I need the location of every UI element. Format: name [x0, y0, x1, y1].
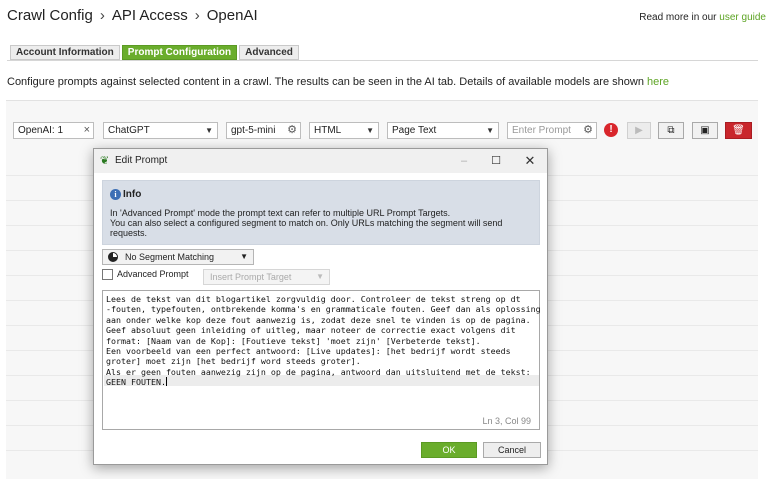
chevron-down-icon: ▼ — [240, 252, 248, 261]
prompt-placeholder: Enter Prompt — [512, 125, 571, 136]
info-line: You can also select a configured segment… — [110, 218, 503, 228]
user-guide-note: Read more in our user guide — [639, 12, 766, 23]
advanced-prompt-label[interactable]: Advanced Prompt — [117, 269, 189, 279]
prompt-line: groter] moet zijn [het bedrijf word stee… — [106, 356, 361, 367]
user-guide-prefix: Read more in our — [639, 12, 717, 23]
prompt-name-field[interactable]: OpenAI: 1 × — [13, 122, 94, 139]
save-button[interactable]: ▣ — [692, 122, 718, 139]
maximize-icon[interactable]: ☐ — [485, 153, 507, 169]
dialog-title: Edit Prompt — [115, 155, 168, 166]
warning-icon: ! — [604, 123, 618, 137]
delete-icon: 🗑 — [732, 125, 745, 136]
play-icon: ▶ — [635, 125, 643, 136]
description-text: Configure prompts against selected conte… — [7, 76, 644, 88]
info-title: Info — [123, 189, 142, 200]
info-line: requests. — [110, 228, 148, 238]
duplicate-button[interactable]: ⧉ — [658, 122, 684, 139]
breadcrumb: Crawl Config › API Access › OpenAI — [7, 7, 258, 24]
info-line: In 'Advanced Prompt' mode the prompt tex… — [110, 208, 451, 218]
text-cursor — [165, 377, 167, 387]
user-guide-link[interactable]: user guide — [719, 12, 766, 23]
breadcrumb-item[interactable]: API Access — [112, 7, 188, 24]
model-field[interactable]: gpt-5-mini ⚙ — [226, 122, 301, 139]
info-icon: i — [110, 189, 121, 200]
prompt-name-value: OpenAI: 1 — [18, 125, 64, 136]
tab-prompt-configuration[interactable]: Prompt Configuration — [121, 45, 238, 60]
tab-account-information[interactable]: Account Information — [10, 45, 120, 60]
segment-pie-icon — [108, 252, 118, 262]
segment-value: No Segment Matching — [125, 252, 215, 262]
ok-button[interactable]: OK — [421, 442, 477, 458]
model-value: gpt-5-mini — [231, 125, 276, 136]
gear-icon[interactable]: ⚙ — [583, 123, 593, 138]
page-description: Configure prompts against selected conte… — [7, 76, 669, 88]
edit-prompt-dialog: ❦ Edit Prompt – ☐ ✕ i Info In 'Advanced … — [93, 148, 548, 465]
tab-bar: Account Information Prompt Configuration… — [10, 45, 299, 60]
tab-divider — [7, 60, 758, 61]
info-panel: i Info In 'Advanced Prompt' mode the pro… — [102, 180, 540, 245]
format-select[interactable]: HTML ▼ — [309, 122, 379, 139]
dialog-titlebar[interactable]: ❦ Edit Prompt – ☐ ✕ — [94, 149, 547, 173]
cancel-button[interactable]: Cancel — [483, 442, 541, 458]
content-type-select[interactable]: Page Text ▼ — [387, 122, 499, 139]
gear-icon[interactable]: ⚙ — [287, 123, 297, 138]
chevron-down-icon: ▼ — [316, 272, 324, 281]
chevron-down-icon: ▼ — [205, 126, 213, 135]
copy-icon: ⧉ — [667, 125, 675, 136]
format-value: HTML — [314, 125, 342, 136]
prompt-line: format: [Naam van de Kop]: [Foutieve tek… — [106, 335, 481, 346]
prompt-text-editor[interactable]: Lees de tekst van dit blogartikel zorgvu… — [102, 290, 541, 430]
run-button[interactable]: ▶ — [627, 122, 651, 139]
leaf-icon: ❦ — [100, 155, 110, 167]
prompt-line: GEEN FOUTEN. — [106, 377, 166, 388]
minimize-icon[interactable]: – — [453, 153, 475, 169]
clear-icon[interactable]: × — [84, 123, 90, 138]
prompt-line: -fouten, typefouten, ontbrekende komma's… — [106, 304, 541, 315]
prompt-input[interactable]: Enter Prompt ⚙ — [507, 122, 597, 139]
breadcrumb-separator: › — [194, 7, 200, 24]
info-body: In 'Advanced Prompt' mode the prompt tex… — [110, 208, 502, 238]
provider-select[interactable]: ChatGPT ▼ — [103, 122, 218, 139]
insert-prompt-target-label: Insert Prompt Target — [210, 272, 292, 282]
cursor-position: Ln 3, Col 99 — [482, 416, 531, 426]
advanced-prompt-checkbox[interactable] — [102, 269, 113, 280]
delete-button[interactable]: 🗑 — [725, 122, 752, 139]
breadcrumb-separator: › — [99, 7, 105, 24]
breadcrumb-current: OpenAI — [206, 7, 258, 24]
prompt-line: Als er geen fouten aanwezig zijn op de p… — [106, 366, 531, 377]
breadcrumb-item[interactable]: Crawl Config — [7, 7, 93, 24]
chevron-down-icon: ▼ — [366, 126, 374, 135]
close-icon[interactable]: ✕ — [519, 153, 541, 169]
prompt-line: Lees de tekst van dit blogartikel zorgvu… — [106, 294, 521, 304]
tab-advanced[interactable]: Advanced — [239, 45, 299, 60]
prompt-text[interactable]: Lees de tekst van dit blogartikel zorgvu… — [106, 294, 541, 388]
insert-prompt-target-select[interactable]: Insert Prompt Target ▼ — [203, 269, 330, 285]
save-icon: ▣ — [700, 125, 710, 136]
provider-value: ChatGPT — [108, 125, 150, 136]
content-type-value: Page Text — [392, 125, 437, 136]
models-link[interactable]: here — [647, 76, 669, 88]
prompt-line: aan onder welke kop deze fout aanwezig i… — [106, 314, 531, 325]
prompt-line: Een voorbeeld van een perfect antwoord: … — [106, 346, 511, 357]
chevron-down-icon: ▼ — [486, 126, 494, 135]
prompt-line: Geef absoluut geen inleiding of uitleg, … — [106, 325, 516, 336]
segment-select[interactable]: No Segment Matching ▼ — [102, 249, 254, 265]
